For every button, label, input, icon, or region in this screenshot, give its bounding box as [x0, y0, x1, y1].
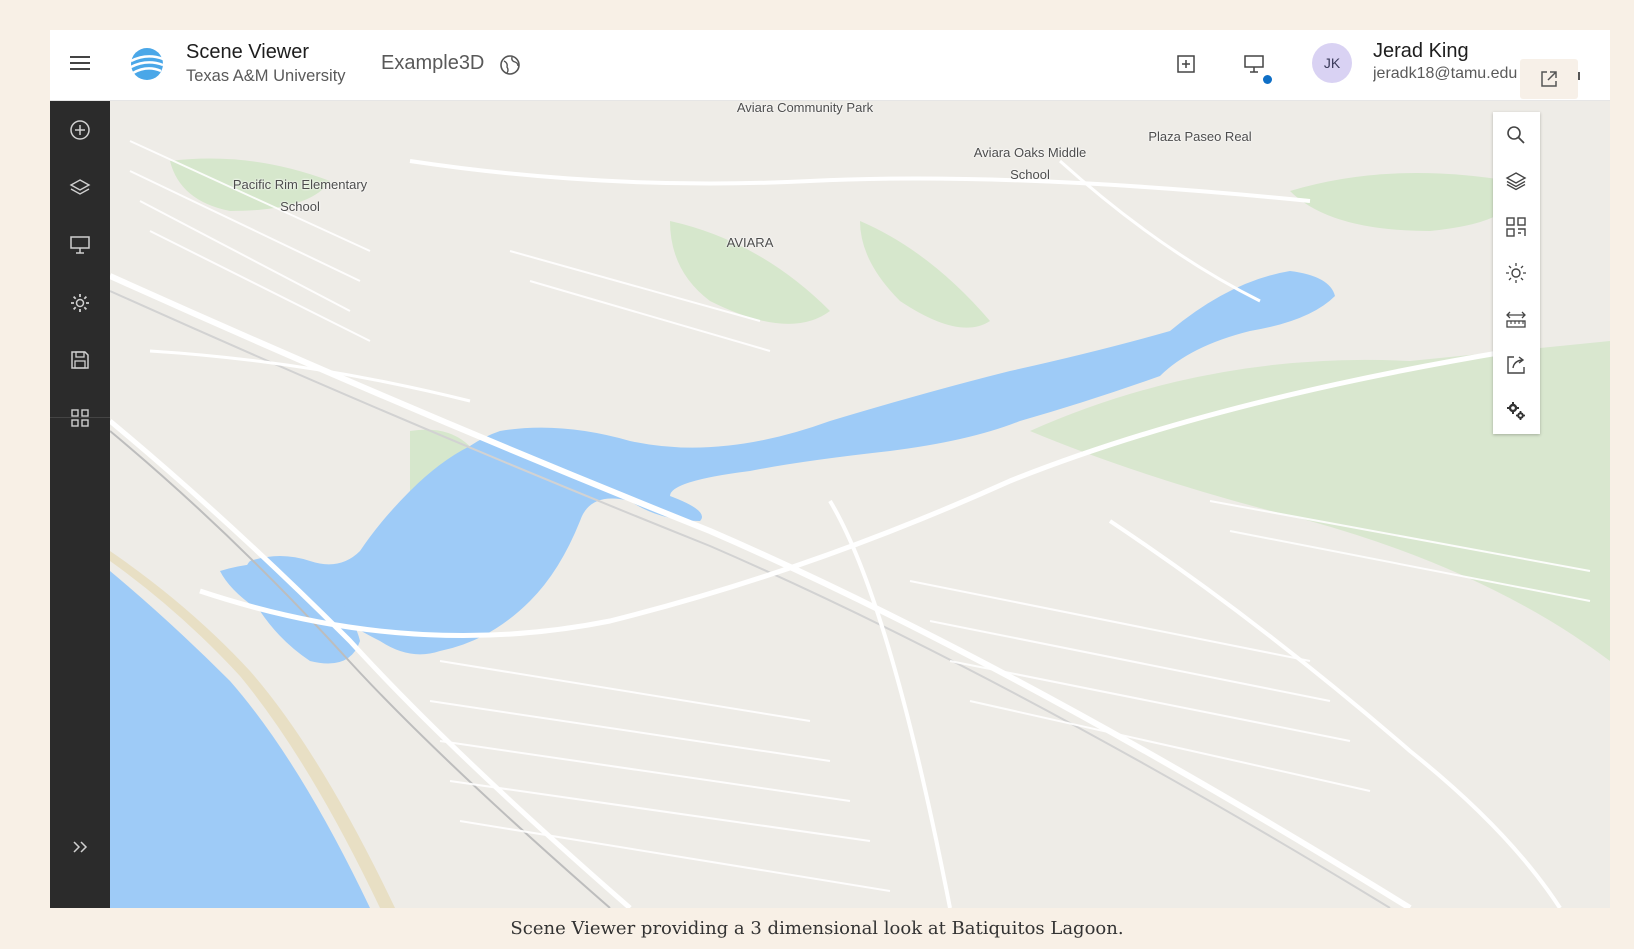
app-header: Scene Viewer Texas A&M University Exampl…: [50, 30, 1610, 101]
save-icon[interactable]: [68, 348, 92, 372]
map-tools-panel: [1493, 112, 1540, 434]
globe-icon[interactable]: [499, 54, 521, 76]
user-name: Jerad King: [1373, 40, 1469, 62]
scene-viewer-window: Scene Viewer Texas A&M University Exampl…: [50, 30, 1610, 908]
user-email: jeradk18@tamu.edu: [1373, 65, 1518, 82]
presentation-icon[interactable]: [1242, 52, 1266, 76]
figure-caption: Scene Viewer providing a 3 dimensional l…: [510, 918, 1124, 939]
scene-viewer-logo-icon: [130, 48, 164, 80]
divider-tick: [1578, 72, 1580, 80]
notification-dot: [1263, 75, 1272, 84]
org-name: Texas A&M University: [186, 67, 346, 85]
scene-name[interactable]: Example3D: [381, 52, 484, 75]
daylight-icon[interactable]: [1505, 262, 1527, 284]
app-title: Scene Viewer: [186, 41, 310, 63]
chevron-double-right-icon[interactable]: [68, 835, 92, 859]
add-icon[interactable]: [68, 118, 92, 142]
open-external-button[interactable]: [1520, 59, 1578, 99]
map-label-aviara: AVIARA: [726, 235, 774, 250]
layers-icon[interactable]: [68, 176, 92, 200]
settings-gear-icon[interactable]: [1505, 400, 1527, 422]
search-icon[interactable]: [1505, 124, 1527, 146]
scene-map-view[interactable]: Aviara Community Park Plaza Paseo Real A…: [110, 101, 1610, 908]
new-scene-icon[interactable]: [1174, 52, 1198, 76]
share-icon[interactable]: [1505, 354, 1527, 376]
settings-icon[interactable]: [68, 291, 92, 315]
map-label-middle-school: Aviara Oaks Middle School: [973, 145, 1087, 182]
avatar[interactable]: JK: [1312, 43, 1352, 83]
basemap-layers-icon[interactable]: [1505, 170, 1527, 192]
qr-code-icon[interactable]: [1505, 216, 1527, 238]
map-label-elementary-school: Pacific Rim Elementary School: [232, 177, 368, 214]
map-basemap: [110, 101, 1610, 908]
map-label-plaza: Plaza Paseo Real: [1148, 129, 1252, 144]
measure-icon[interactable]: [1505, 308, 1527, 330]
apps-grid-icon[interactable]: [68, 406, 92, 430]
menu-icon[interactable]: [70, 53, 90, 73]
left-sidebar: [50, 101, 110, 908]
slides-icon[interactable]: [68, 233, 92, 257]
open-external-icon: [1541, 71, 1557, 87]
map-label-community-park: Aviara Community Park: [736, 101, 874, 115]
